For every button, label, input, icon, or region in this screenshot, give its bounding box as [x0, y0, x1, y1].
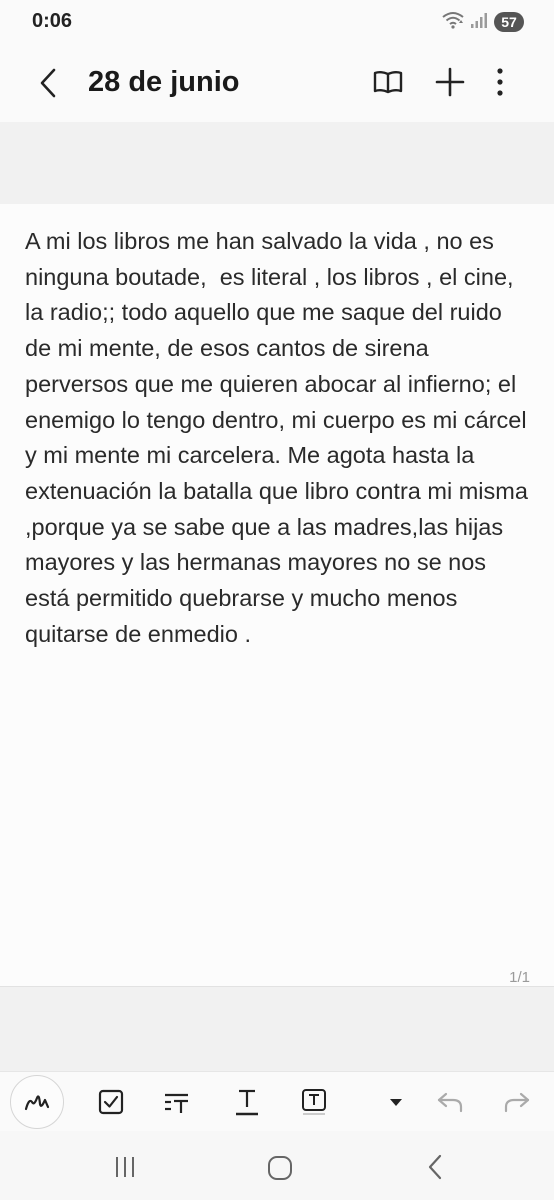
more-options-button[interactable] [484, 64, 520, 100]
home-button[interactable] [263, 1151, 297, 1185]
signal-icon [470, 12, 488, 33]
text-format-button[interactable] [160, 1085, 194, 1119]
back-button[interactable] [32, 64, 66, 102]
undo-button[interactable] [433, 1085, 467, 1119]
recent-apps-button[interactable] [108, 1151, 142, 1185]
top-margin-area [0, 122, 554, 204]
redo-icon [504, 1092, 530, 1113]
recent-apps-icon [116, 1157, 134, 1177]
checkbox-button[interactable] [94, 1085, 128, 1119]
back-icon [40, 68, 56, 98]
note-body-text[interactable]: A mi los libros me han salvado la vida ,… [25, 224, 530, 652]
more-vertical-icon [497, 68, 503, 96]
status-bar: 0:06 57 [0, 0, 554, 44]
text-box-icon [302, 1089, 326, 1115]
redo-button[interactable] [500, 1085, 534, 1119]
text-format-icon [165, 1093, 188, 1113]
home-icon [268, 1156, 292, 1180]
editing-toolbar [0, 1071, 554, 1131]
bottom-margin-area [0, 987, 554, 1071]
system-nav-bar [0, 1131, 554, 1200]
nav-back-button[interactable] [418, 1151, 452, 1185]
page-indicator: 1/1 [509, 969, 530, 986]
back-nav-icon [428, 1154, 442, 1180]
note-page[interactable]: A mi los libros me han salvado la vida ,… [0, 204, 554, 986]
pen-button[interactable] [10, 1075, 64, 1129]
dropdown-arrow-icon [390, 1099, 402, 1106]
more-tools-dropdown[interactable] [379, 1085, 413, 1119]
pen-icon [24, 1095, 50, 1111]
plus-icon [435, 67, 465, 97]
add-button[interactable] [432, 64, 468, 100]
reading-mode-button[interactable] [370, 64, 406, 100]
status-icons: 57 [442, 9, 524, 35]
undo-icon [437, 1092, 463, 1113]
text-box-button[interactable] [297, 1085, 331, 1119]
page-title: 28 de junio [88, 66, 240, 98]
battery-icon: 57 [494, 12, 524, 32]
status-time: 0:06 [32, 10, 73, 32]
app-header: 28 de junio [0, 44, 554, 122]
underline-text-button[interactable] [230, 1085, 264, 1119]
underline-text-icon [236, 1089, 258, 1116]
book-icon [373, 71, 403, 94]
wifi-icon [442, 11, 464, 34]
checkbox-icon [98, 1089, 124, 1115]
